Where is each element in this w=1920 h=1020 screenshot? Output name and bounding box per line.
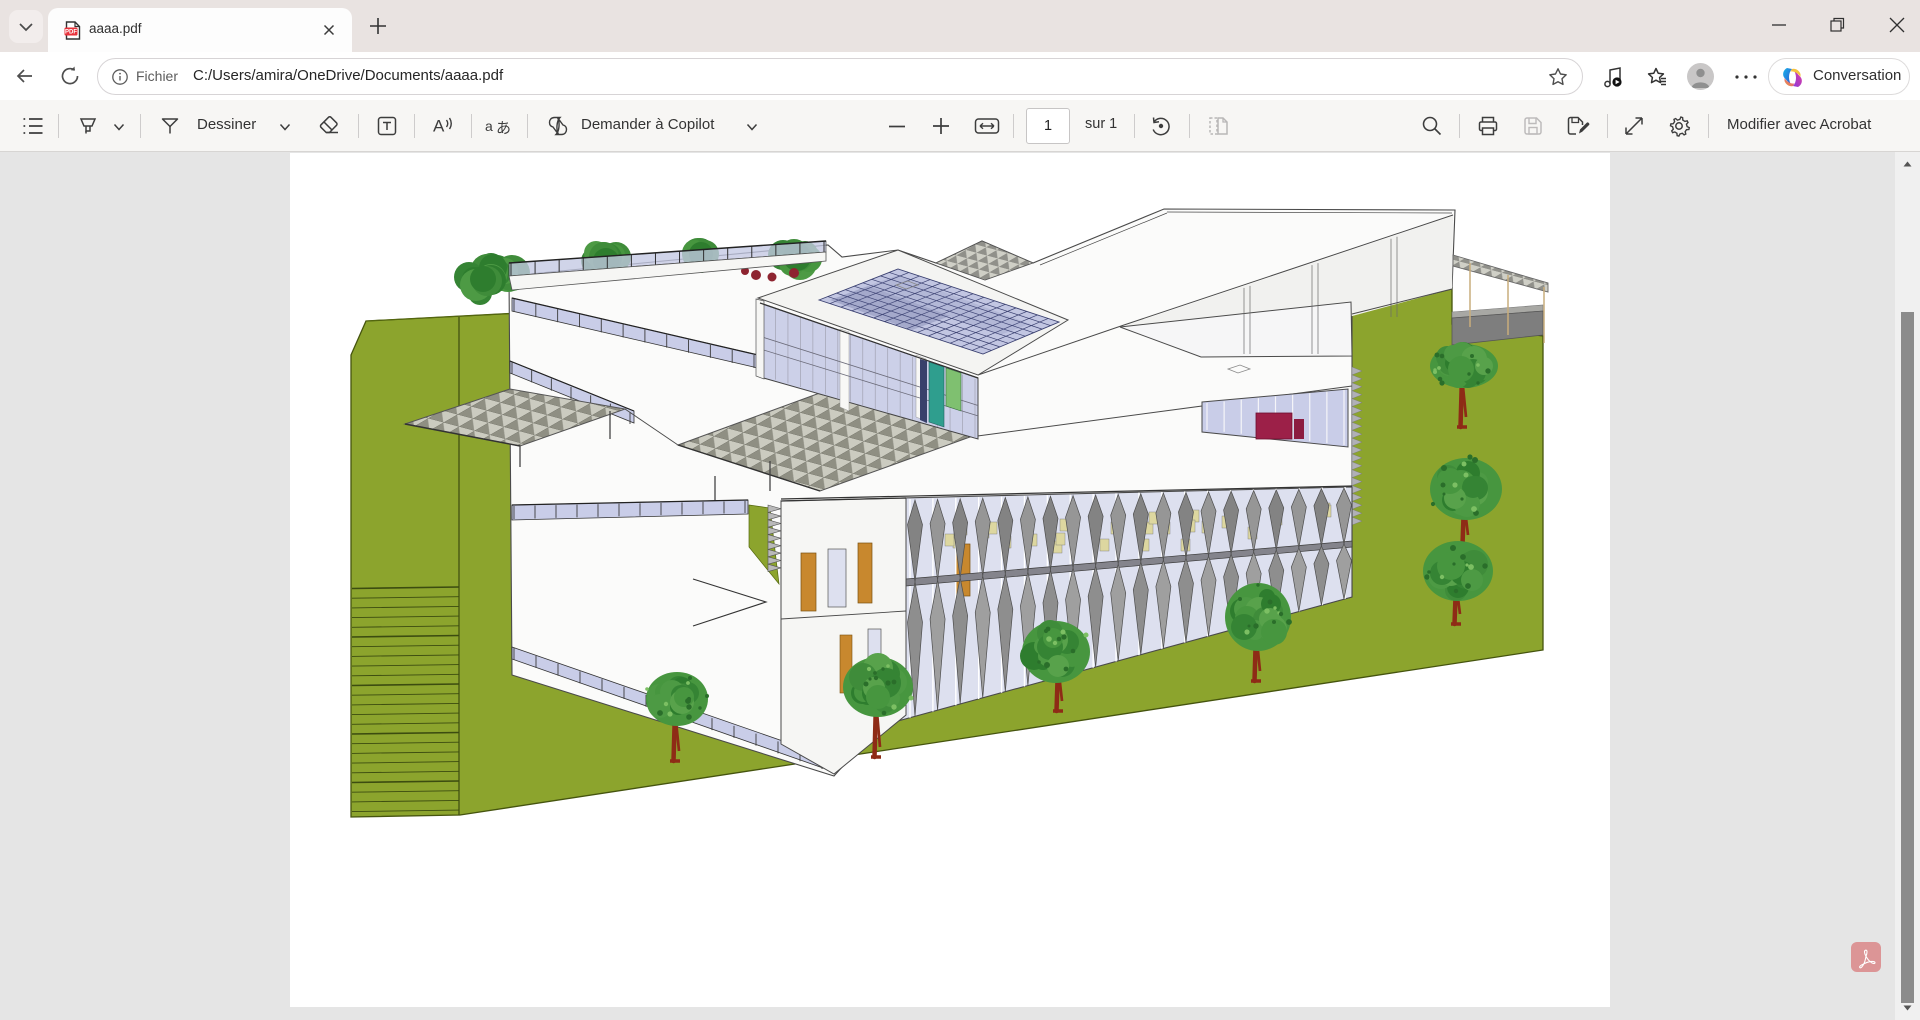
svg-text:a: a — [485, 118, 493, 134]
svg-text:あ: あ — [496, 120, 511, 137]
svg-text:A: A — [433, 117, 445, 136]
svg-text:PDF: PDF — [65, 30, 77, 36]
